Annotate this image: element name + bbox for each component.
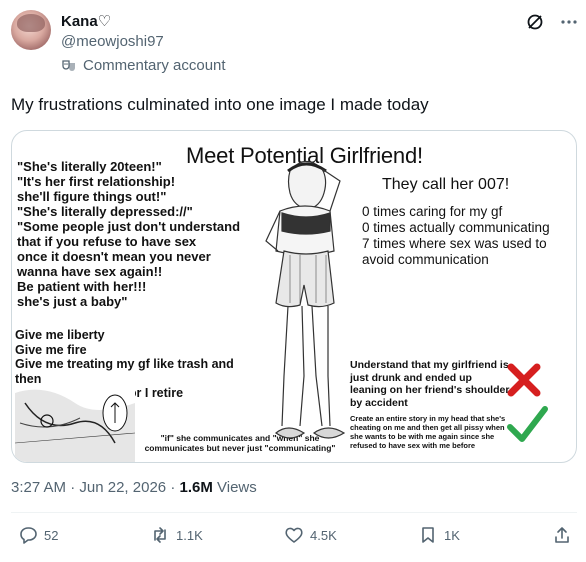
- bookmark-button[interactable]: 1K: [418, 525, 460, 545]
- meme-stat-line: 0 times caring for my gf: [362, 204, 503, 219]
- theater-masks-icon: [62, 59, 75, 71]
- tweet-time[interactable]: 3:27 AM: [11, 479, 66, 496]
- meme-drunk-text: Understand that my girlfriend is just dr…: [350, 359, 510, 409]
- commentary-label-text: Commentary account: [83, 57, 226, 74]
- tweet-date[interactable]: Jun 22, 2026: [79, 479, 166, 496]
- bookmark-icon: [422, 527, 434, 543]
- views-label: Views: [217, 479, 257, 496]
- meme-quotes: "She's literally 20teen!" "It's her firs…: [17, 159, 241, 309]
- check-icon: [507, 406, 548, 442]
- avatar[interactable]: [11, 10, 51, 50]
- meta-separator: ·: [70, 479, 76, 496]
- bookmark-count: 1K: [444, 527, 460, 543]
- reply-icon: [20, 527, 37, 544]
- more-icon[interactable]: [559, 12, 579, 32]
- tweet-text: My frustrations culminated into one imag…: [11, 95, 429, 114]
- cross-icon: [507, 363, 541, 397]
- meme-stat-line: 7 times where sex was used to: [362, 236, 547, 251]
- heart-icon: [285, 527, 303, 543]
- share-button[interactable]: [552, 525, 572, 545]
- display-name[interactable]: Kana♡: [61, 12, 111, 30]
- tweet-image[interactable]: Meet Potential Girlfriend! They call her…: [11, 130, 577, 463]
- meme-call-text: They call her 007!: [382, 176, 510, 193]
- meme-stat-line: 0 times actually communicating: [362, 220, 550, 235]
- like-button[interactable]: 4.5K: [284, 525, 337, 545]
- girl-illustration: [265, 160, 346, 439]
- commentary-account-label: Commentary account: [61, 57, 226, 74]
- meme-story-text: Create an entire story in my head that s…: [350, 414, 506, 450]
- meme-stat-line: avoid communication: [362, 252, 489, 267]
- tweet-header: Kana♡ @meowjoshi97 Commentary account: [11, 10, 581, 80]
- share-icon: [555, 527, 569, 543]
- user-handle[interactable]: @meowjoshi97: [61, 33, 164, 50]
- manga-panel-illustration: [15, 383, 135, 462]
- meta-separator: ·: [170, 479, 176, 496]
- reply-button[interactable]: 52: [18, 525, 58, 545]
- views-count: 1.6M: [179, 479, 213, 496]
- like-count: 4.5K: [310, 527, 337, 543]
- meme-image: Meet Potential Girlfriend! They call her…: [12, 131, 576, 462]
- repost-icon: [154, 527, 166, 543]
- tweet-meta: 3:27 AM · Jun 22, 2026 · 1.6M Views: [11, 479, 257, 496]
- repost-button[interactable]: 1.1K: [150, 525, 203, 545]
- divider: [11, 512, 577, 513]
- repost-count: 1.1K: [176, 527, 203, 543]
- top-actions: [525, 12, 579, 32]
- reply-count: 52: [44, 527, 59, 543]
- meme-stats: 0 times caring for my gf 0 times actuall…: [362, 204, 550, 268]
- action-bar: 52 1.1K 4.5K 1K: [0, 525, 586, 555]
- grok-icon[interactable]: [525, 12, 545, 32]
